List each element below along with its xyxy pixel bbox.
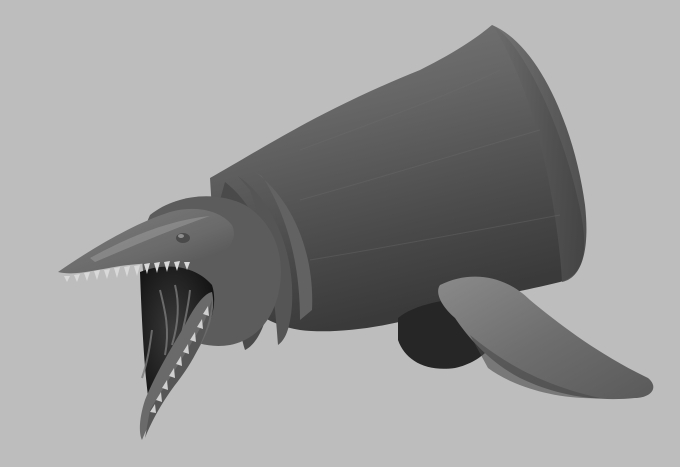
viewport [0, 0, 680, 467]
render-canvas [58, 25, 654, 440]
eye [176, 233, 190, 243]
pectoral-fin [438, 276, 654, 400]
eye-highlight [178, 234, 184, 238]
